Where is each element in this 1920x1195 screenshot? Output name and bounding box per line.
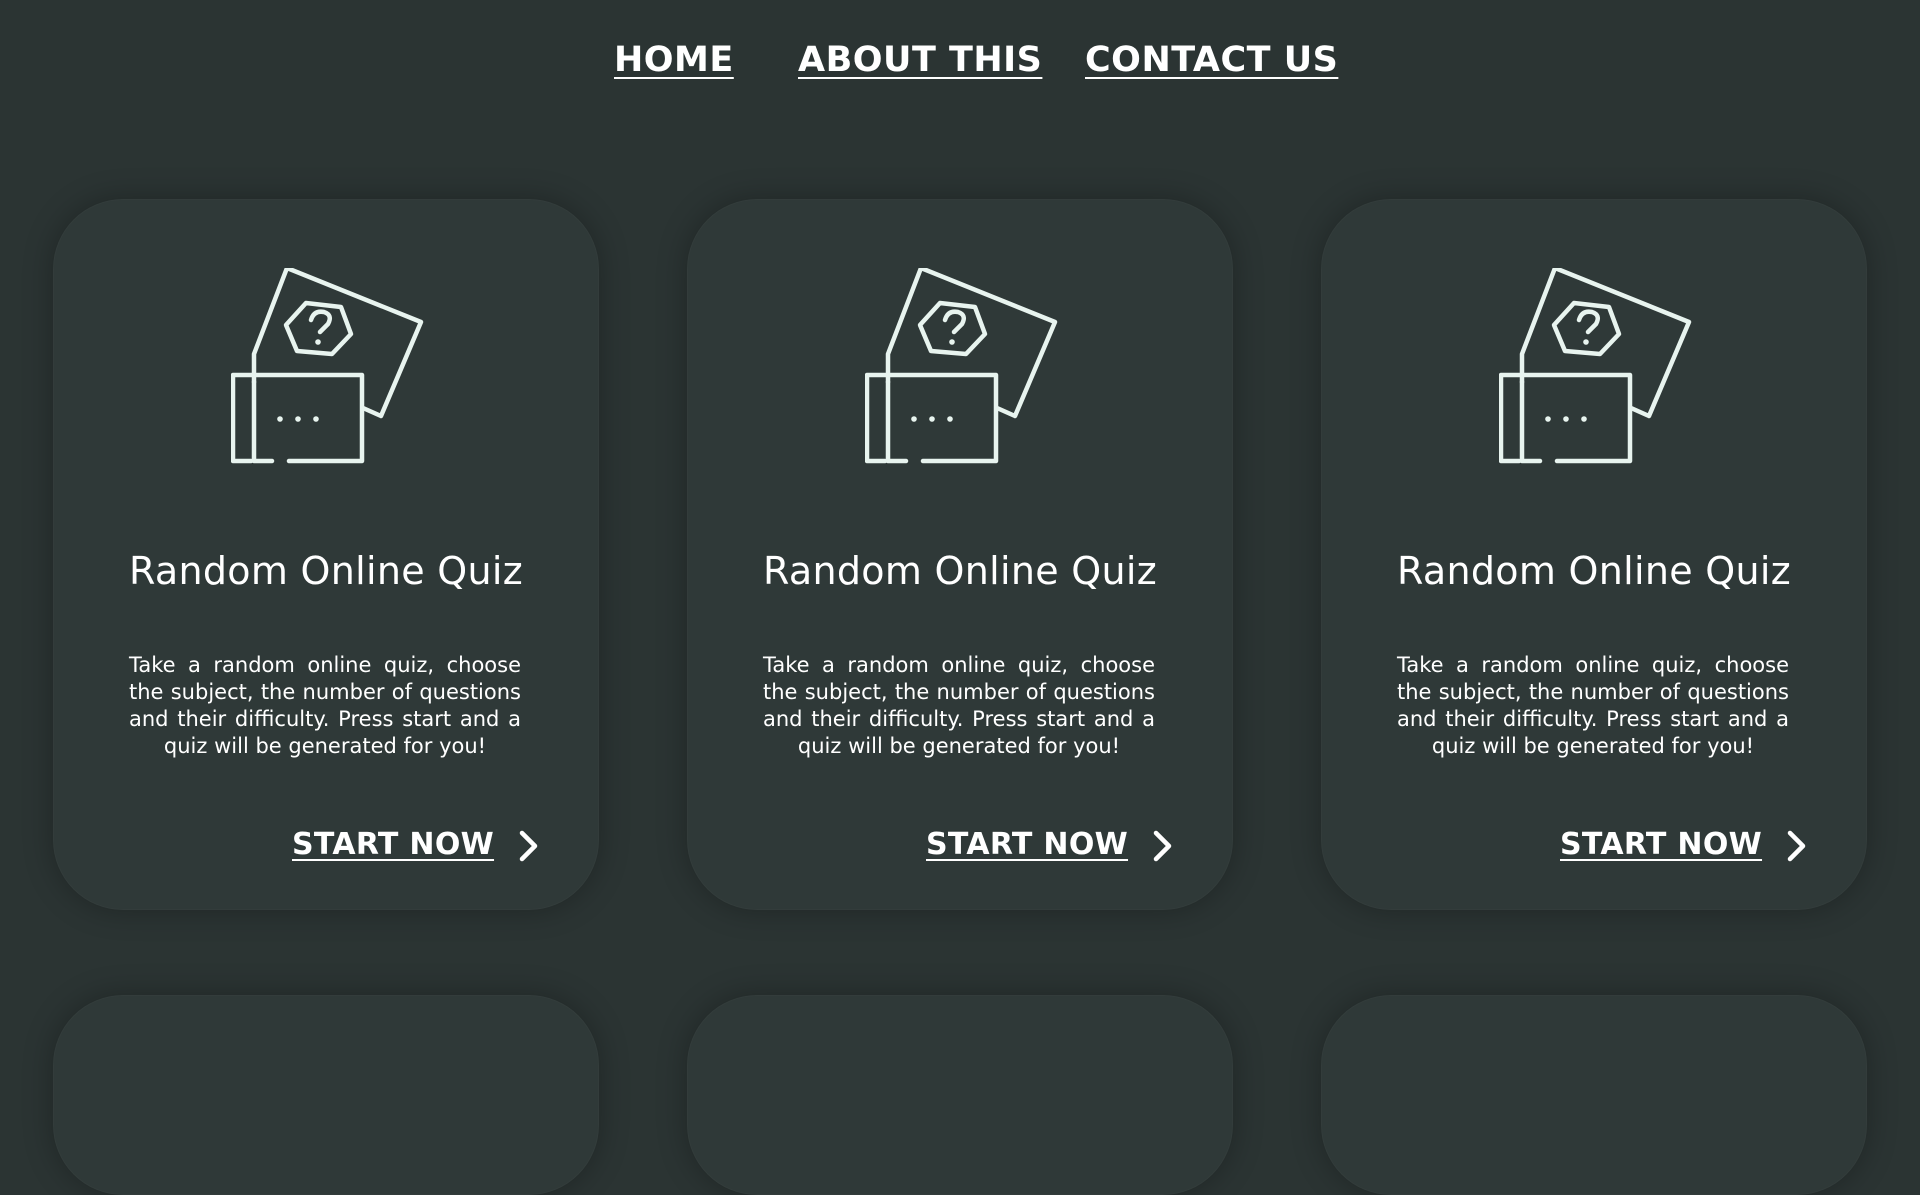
- card-title: Random Online Quiz: [763, 549, 1157, 593]
- quiz-card: Random Online Quiz Take a random online …: [687, 199, 1233, 910]
- card-description: Take a random online quiz, choose the su…: [1397, 653, 1789, 758]
- quiz-cards-icon: [865, 268, 1058, 464]
- quiz-cards-icon: [231, 268, 424, 464]
- quiz-card: Random Online Quiz Take a random online …: [53, 199, 599, 910]
- quiz-cards-icon: [1499, 268, 1692, 464]
- card-description: Take a random online quiz, choose the su…: [763, 653, 1155, 758]
- top-nav: HOME ABOUT THIS CONTACT US: [0, 40, 1920, 90]
- card-description: Take a random online quiz, choose the su…: [129, 653, 521, 758]
- nav-link-about[interactable]: ABOUT THIS: [798, 40, 1042, 80]
- nav-link-home[interactable]: HOME: [614, 40, 734, 80]
- quiz-card-partial: [53, 995, 599, 1195]
- chevron-right-icon[interactable]: [1149, 829, 1177, 863]
- chevron-right-icon[interactable]: [1783, 829, 1811, 863]
- chevron-right-icon[interactable]: [515, 829, 543, 863]
- start-now-link[interactable]: START NOW: [292, 827, 494, 862]
- quiz-card: Random Online Quiz Take a random online …: [1321, 199, 1867, 910]
- card-title: Random Online Quiz: [129, 549, 523, 593]
- quiz-card-partial: [687, 995, 1233, 1195]
- start-now-link[interactable]: START NOW: [1560, 827, 1762, 862]
- start-now-link[interactable]: START NOW: [926, 827, 1128, 862]
- quiz-card-partial: [1321, 995, 1867, 1195]
- card-title: Random Online Quiz: [1397, 549, 1791, 593]
- nav-link-contact[interactable]: CONTACT US: [1085, 40, 1338, 80]
